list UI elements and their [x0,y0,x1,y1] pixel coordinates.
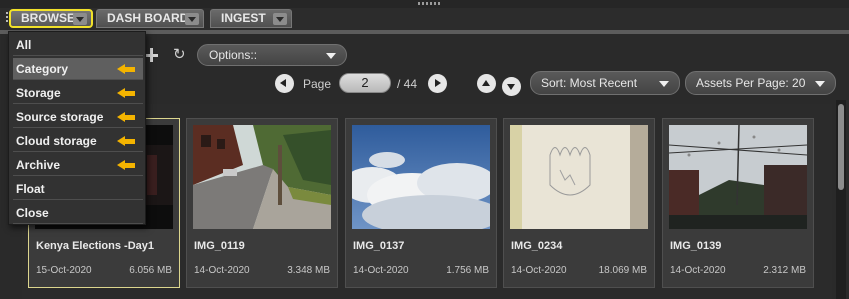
menu-item-all[interactable]: All [13,34,143,56]
arrow-left-icon [117,87,137,99]
asset-name: IMG_0234 [511,240,563,252]
scroll-down-button[interactable] [502,77,521,96]
asset-date: 14-Oct-2020 [353,265,409,276]
arrow-left-icon [117,111,137,123]
tab-browse[interactable]: BROWSE [9,9,93,28]
sort-dropdown[interactable]: Sort: Most Recent [530,71,680,95]
photo-thumbnail [193,125,331,229]
top-resize-handle[interactable] [0,0,849,8]
chevron-down-icon [659,81,669,87]
arrow-down-icon [507,84,515,90]
tab-label: INGEST [221,11,266,25]
menu-item-source-storage[interactable]: Source storage [13,106,143,128]
chevron-down-icon [815,81,825,87]
sort-label: Sort: Most Recent [541,76,638,90]
tab-dashboard[interactable]: DASH BOARD [96,9,204,28]
menu-item-archive[interactable]: Archive [13,154,143,176]
arrow-right-icon [435,79,441,87]
arrow-left-icon [117,135,137,147]
options-dropdown[interactable]: Options:: [197,44,347,66]
asset-name: Kenya Elections -Day1 [36,240,154,252]
assets-per-page-label: Assets Per Page: 20 [696,76,806,90]
browse-dropdown-menu: All Category Storage Source storage Clou… [8,31,146,225]
menu-item-label: Archive [16,158,61,172]
menu-item-float[interactable]: Float [13,178,143,200]
menu-item-cloud-storage[interactable]: Cloud storage [13,130,143,152]
chevron-down-icon [326,53,336,59]
refresh-icon[interactable]: ↻ [173,47,189,63]
tab-ingest[interactable]: INGEST [210,9,292,28]
photo-thumbnail [510,125,648,229]
page-total: / 44 [397,77,418,91]
menu-item-label: Close [16,206,49,220]
options-label: Options:: [209,48,258,62]
grip-dots-icon [418,2,440,5]
asset-name: IMG_0137 [353,240,405,252]
tab-label: DASH BOARD [107,11,189,25]
next-page-button[interactable] [428,74,447,93]
tab-label: BROWSE [21,11,75,25]
menu-item-label: Cloud storage [16,134,97,148]
asset-card[interactable]: IMG_0139 14-Oct-2020 2.312 MB [662,118,814,288]
chevron-down-icon[interactable] [185,13,199,25]
photo-thumbnail [352,125,490,229]
asset-name: IMG_0119 [194,240,245,252]
asset-size: 1.756 MB [446,265,489,276]
photo-thumbnail [669,125,807,229]
arrow-left-icon [117,63,137,75]
asset-card[interactable]: IMG_0119 14-Oct-2020 3.348 MB [186,118,338,288]
menu-item-label: Source storage [16,110,104,124]
arrow-up-icon [482,80,490,86]
scrollbar-thumb[interactable] [838,104,844,190]
prev-page-button[interactable] [275,74,294,93]
menu-item-label: Storage [16,86,61,100]
asset-size: 18.069 MB [598,265,647,276]
menu-item-category[interactable]: Category [13,58,143,80]
asset-date: 14-Oct-2020 [511,265,567,276]
arrow-left-icon [280,79,286,87]
scroll-up-button[interactable] [477,74,496,93]
asset-date: 15-Oct-2020 [36,265,92,276]
asset-card[interactable]: IMG_0137 14-Oct-2020 1.756 MB [345,118,497,288]
menu-item-close[interactable]: Close [13,202,143,224]
chevron-down-icon[interactable] [273,13,287,25]
asset-date: 14-Oct-2020 [194,265,250,276]
asset-size: 6.056 MB [129,265,172,276]
asset-card[interactable]: IMG_0234 14-Oct-2020 18.069 MB [503,118,655,288]
page-number-input[interactable]: 2 [339,73,391,93]
asset-size: 2.312 MB [763,265,806,276]
menu-item-label: All [16,38,32,52]
asset-name: IMG_0139 [670,240,722,252]
menu-item-storage[interactable]: Storage [13,82,143,104]
chevron-down-icon[interactable] [73,13,87,25]
menu-item-label: Float [16,182,45,196]
page-label: Page [303,77,332,91]
add-icon[interactable] [144,48,158,62]
assets-per-page-dropdown[interactable]: Assets Per Page: 20 [685,71,836,95]
drag-handle-icon[interactable] [6,12,8,24]
menu-item-label: Category [16,62,69,76]
asset-date: 14-Oct-2020 [670,265,726,276]
arrow-left-icon [117,159,137,171]
asset-size: 3.348 MB [287,265,330,276]
